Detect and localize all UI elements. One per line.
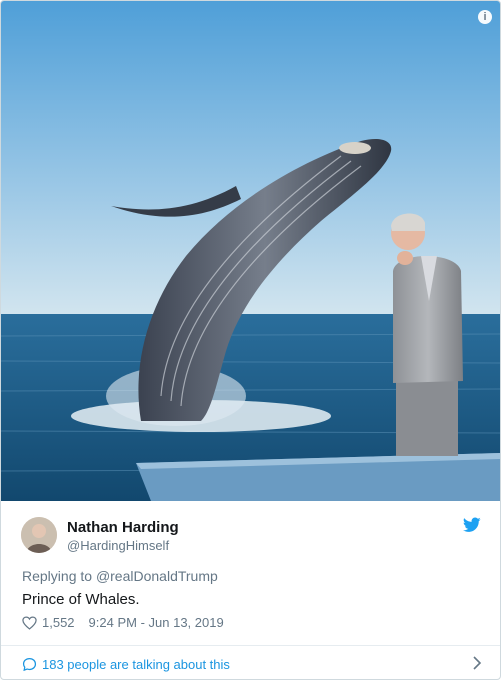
avatar[interactable] xyxy=(21,517,57,553)
timestamp[interactable]: 9:24 PM - Jun 13, 2019 xyxy=(89,615,224,630)
twitter-bird-icon[interactable] xyxy=(463,517,481,533)
reply-to-link[interactable]: @realDonaldTrump xyxy=(96,568,218,584)
speech-bubble-icon xyxy=(22,657,37,671)
author-name[interactable]: Nathan Harding xyxy=(67,519,179,536)
chevron-right-icon xyxy=(473,656,482,670)
conversation-link[interactable]: 183 people are talking about this xyxy=(22,654,482,674)
conversation-text: 183 people are talking about this xyxy=(42,656,230,672)
tweet-card: i Nathan Harding @HardingHimself Replyin… xyxy=(0,0,501,680)
like-count[interactable]: 1,552 xyxy=(42,615,75,630)
divider xyxy=(1,645,500,646)
heart-icon[interactable] xyxy=(22,615,37,630)
tweet-text: Prince of Whales. xyxy=(22,591,140,608)
tweet-meta: 1,552 9:24 PM - Jun 13, 2019 xyxy=(22,615,224,630)
tweet-media[interactable]: i xyxy=(1,1,500,501)
whale-photo xyxy=(1,1,500,501)
author-handle[interactable]: @HardingHimself xyxy=(67,538,169,553)
tweet-header: Nathan Harding @HardingHimself xyxy=(21,517,481,557)
reply-context: Replying to @realDonaldTrump xyxy=(22,568,218,584)
reply-prefix: Replying to xyxy=(22,568,93,584)
info-icon[interactable]: i xyxy=(478,10,492,24)
